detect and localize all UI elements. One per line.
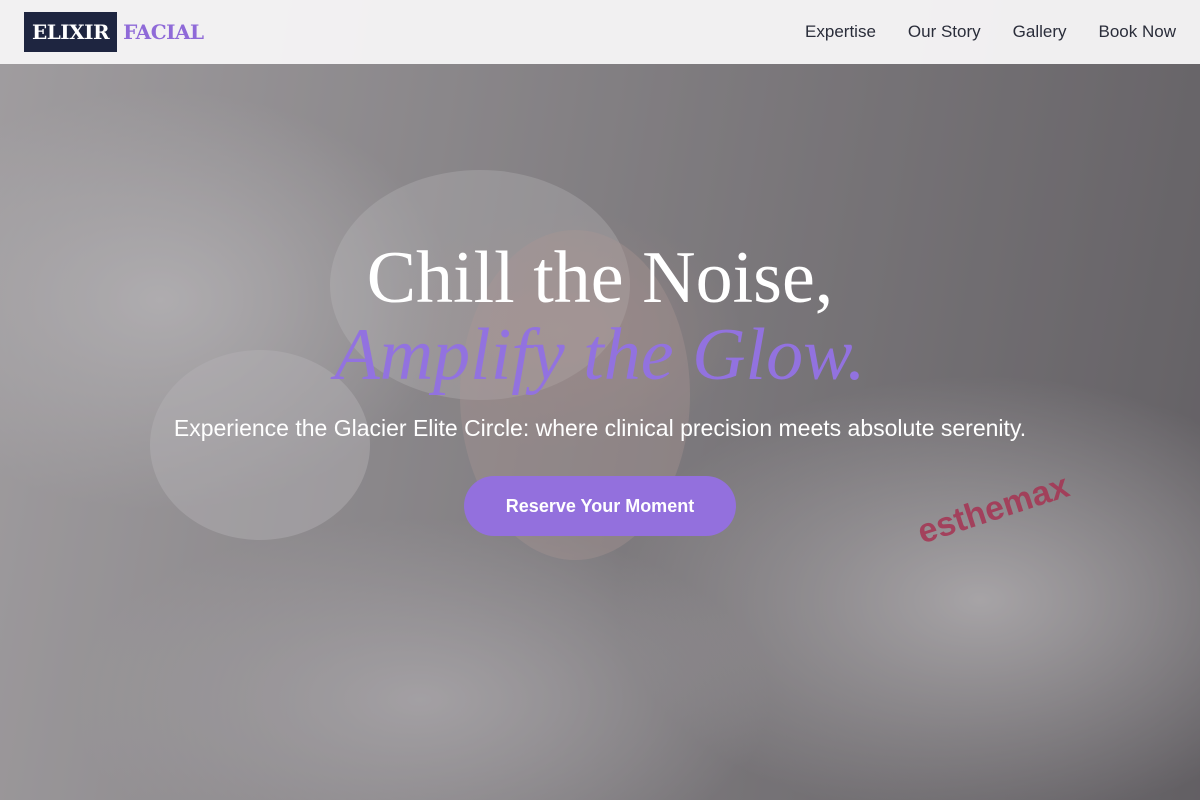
nav-link-expertise[interactable]: Expertise xyxy=(805,22,876,42)
nav-link-our-story[interactable]: Our Story xyxy=(908,22,981,42)
site-header: ELIXIR FACIAL Expertise Our Story Galler… xyxy=(0,0,1200,64)
main-nav: Expertise Our Story Gallery Book Now xyxy=(805,22,1176,42)
logo-text-primary: ELIXIR xyxy=(24,12,118,52)
hero-headline: Chill the Noise, xyxy=(366,237,834,319)
hero-content: Chill the Noise, Amplify the Glow. Exper… xyxy=(0,236,1200,536)
nav-link-book-now[interactable]: Book Now xyxy=(1099,22,1176,42)
hero-headline-accent: Amplify the Glow. xyxy=(334,314,866,396)
logo-text-secondary: FACIAL xyxy=(123,20,204,44)
reserve-button[interactable]: Reserve Your Moment xyxy=(464,476,736,536)
site-logo[interactable]: ELIXIR FACIAL xyxy=(24,12,204,52)
nav-link-gallery[interactable]: Gallery xyxy=(1013,22,1067,42)
hero-subheadline: Experience the Glacier Elite Circle: whe… xyxy=(173,415,1027,441)
